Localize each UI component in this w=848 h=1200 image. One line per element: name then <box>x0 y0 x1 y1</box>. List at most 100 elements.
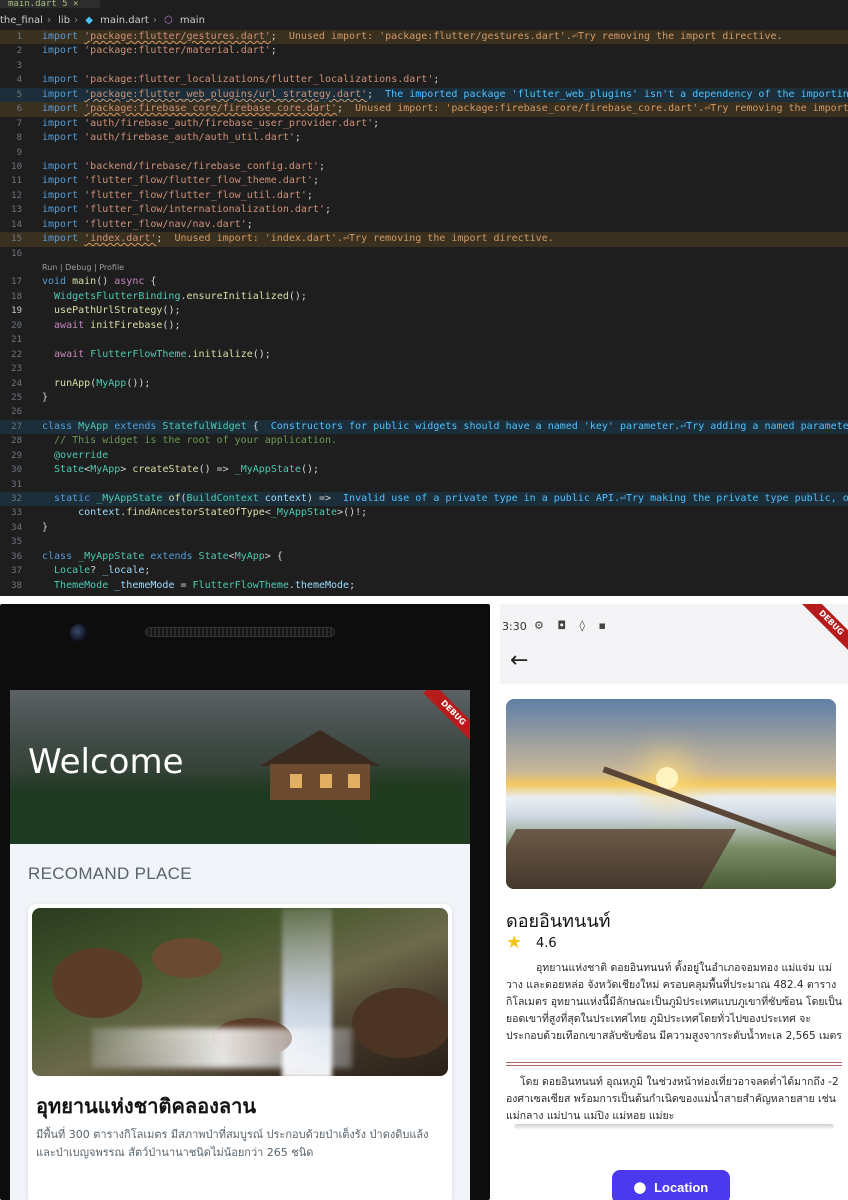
code-editor[interactable]: main.dart 5 × the_final › lib › ◆ main.dar… <box>0 0 848 596</box>
code-line[interactable]: 4 import 'package:flutter_localizations/f… <box>0 73 848 87</box>
code-line[interactable]: 20 await initFirebase(); <box>0 319 848 333</box>
code-line[interactable]: 18 WidgetsFlutterBinding.ensureInitializ… <box>0 290 848 304</box>
code-text: State<MyApp> createState() => _MyAppStat… <box>42 464 319 476</box>
code-line[interactable]: 29 @override <box>0 449 848 463</box>
code-text: import 'index.dart'; Unused import: 'inde… <box>42 233 554 245</box>
line-number: 29 <box>11 450 22 461</box>
code-line[interactable]: 28 // This widget is the root of your ap… <box>0 434 848 448</box>
code-line[interactable]: 7 import 'auth/firebase_auth/firebase_use… <box>0 117 848 131</box>
code-line[interactable]: 21 <box>0 333 848 347</box>
place-card[interactable]: อุทยานแห่งชาติคลองลาน มีพื้นที่ 300 ตารา… <box>28 904 452 1200</box>
code-line[interactable]: 26 <box>0 405 848 419</box>
line-number: 25 <box>11 392 22 403</box>
code-text: class _MyAppState extends State<MyApp> { <box>42 550 283 562</box>
code-text: // This widget is the root of your appli… <box>42 435 338 447</box>
app-bar: 3:30 ⚙ ◘ ◊ ▪ ← DEBUG <box>500 604 848 684</box>
code-text: ThemeMode _themeMode = FlutterFlowTheme.… <box>42 579 356 591</box>
breadcrumb-file[interactable]: main.dart <box>100 15 149 26</box>
inline-diagnostic[interactable]: Unused import: 'package:firebase_core/fi… <box>355 103 848 114</box>
code-line[interactable]: 23 <box>0 362 848 376</box>
codelens[interactable]: Run | Debug | Profile <box>0 261 848 275</box>
inline-diagnostic[interactable]: Unused import: 'index.dart'.⏎Try removin… <box>174 233 553 244</box>
inline-diagnostic[interactable]: Constructors for public widgets should h… <box>271 421 848 432</box>
code-text: import 'auth/firebase_auth/firebase_user… <box>42 117 380 129</box>
code-line[interactable]: 32 static _MyAppState of(BuildContext co… <box>0 492 848 507</box>
breadcrumb-lib[interactable]: lib <box>58 15 70 26</box>
code-line[interactable]: 31 <box>0 478 848 492</box>
line-number: 38 <box>11 580 22 591</box>
code-text: import 'backend/firebase/firebase_config… <box>42 160 325 172</box>
code-line[interactable]: 19 usePathUrlStrategy(); <box>0 304 848 318</box>
code-line[interactable]: 2 import 'package:flutter/material.dart'; <box>0 44 848 58</box>
line-number: 22 <box>11 349 22 360</box>
line-number: 18 <box>11 291 22 302</box>
inline-diagnostic[interactable]: The imported package 'flutter_web_plugin… <box>385 89 848 100</box>
inline-diagnostic[interactable]: Invalid use of a private type in a publi… <box>343 493 848 504</box>
code-line[interactable]: 11 import 'flutter_flow/flutter_flow_them… <box>0 174 848 188</box>
detail-title: ดอยอินทนนท์ <box>506 911 611 932</box>
line-number: 8 <box>16 133 22 144</box>
detail-description-more[interactable]: โดย ดอยอินทนนท์ อุณหภูมิ ในช่วงหน้าท่องเ… <box>506 1074 842 1124</box>
line-number: 12 <box>11 190 22 201</box>
code-line[interactable]: 38 ThemeMode _themeMode = FlutterFlowThe… <box>0 579 848 593</box>
detail-image <box>506 699 836 889</box>
code-line[interactable]: 3 <box>0 59 848 73</box>
line-number: 14 <box>11 219 22 230</box>
line-number: 7 <box>16 118 22 129</box>
code-line[interactable]: 13 import 'flutter_flow/internationalizat… <box>0 203 848 217</box>
code-text: await FlutterFlowTheme.initialize(); <box>42 348 271 360</box>
section-title: RECOMAND PLACE <box>28 864 192 883</box>
code-text: import 'package:flutter/gestures.dart'; U… <box>42 31 783 42</box>
code-line[interactable]: 34} <box>0 521 848 535</box>
code-line[interactable]: 25} <box>0 391 848 405</box>
back-arrow-icon[interactable]: ← <box>510 650 528 672</box>
code-line[interactable]: 16 <box>0 247 848 261</box>
divider <box>506 1062 842 1066</box>
line-number: 37 <box>11 566 22 577</box>
code-text: import 'package:firebase_core/firebase_c… <box>42 102 848 116</box>
place-description: มีพื้นที่ 300 ตารางกิโลเมตร มีสภาพป่าที่… <box>36 1128 429 1159</box>
line-number: 5 <box>16 89 22 100</box>
line-number: 16 <box>11 248 22 259</box>
editor-tab[interactable]: main.dart 5 × <box>0 0 100 8</box>
code-line[interactable]: 24 runApp(MyApp()); <box>0 377 848 391</box>
code-line[interactable]: 36 class _MyAppState extends State<MyApp>… <box>0 550 848 564</box>
speaker-grille <box>145 627 335 637</box>
line-number: 34 <box>11 522 22 533</box>
code-line[interactable]: 1 import 'package:flutter/gestures.dart';… <box>0 30 848 45</box>
line-number: 10 <box>11 161 22 172</box>
code-text: void main() async { <box>42 276 157 288</box>
breadcrumb-symbol[interactable]: main <box>180 15 205 26</box>
code-lines[interactable]: 1 import 'package:flutter/gestures.dart';… <box>0 30 848 593</box>
inline-diagnostic[interactable]: Unused import: 'package:flutter/gestures… <box>289 31 783 42</box>
breadcrumb-folder[interactable]: the_final <box>0 15 43 26</box>
line-number: 19 <box>11 306 22 317</box>
location-pin-icon: ⬤ <box>633 1181 647 1194</box>
code-line[interactable]: 10 import 'backend/firebase/firebase_conf… <box>0 160 848 174</box>
code-line[interactable]: 9 <box>0 146 848 160</box>
line-number: 28 <box>11 436 22 447</box>
codelens-text[interactable]: Run | Debug | Profile <box>42 261 124 275</box>
code-line[interactable]: 37 Locale? _locale; <box>0 564 848 578</box>
welcome-heading: Welcome <box>28 742 184 782</box>
code-line[interactable]: 14 import 'flutter_flow/nav/nav.dart'; <box>0 218 848 232</box>
code-line[interactable]: 6 import 'package:firebase_core/firebase_… <box>0 102 848 117</box>
code-line[interactable]: 30 State<MyApp> createState() => _MyAppS… <box>0 463 848 477</box>
code-line[interactable]: 27 class MyApp extends StatefulWidget {Co… <box>0 419 848 435</box>
code-line[interactable]: 22 await FlutterFlowTheme.initialize(); <box>0 348 848 362</box>
line-number: 36 <box>11 551 22 562</box>
code-line[interactable]: 35 <box>0 535 848 549</box>
line-number: 13 <box>11 205 22 216</box>
code-line[interactable]: 5 import 'package:flutter_web_plugins/url… <box>0 87 848 103</box>
line-number: 11 <box>11 176 22 187</box>
code-text: import 'auth/firebase_auth/auth_util.dar… <box>42 132 301 144</box>
code-line[interactable]: 17 void main() async { <box>0 275 848 289</box>
code-line[interactable]: 12 import 'flutter_flow/flutter_flow_util… <box>0 189 848 203</box>
code-line[interactable]: 15 import 'index.dart'; Unused import: 'in… <box>0 232 848 247</box>
place-image <box>32 908 448 1076</box>
code-line[interactable]: 8 import 'auth/firebase_auth/auth_util.da… <box>0 131 848 145</box>
code-text: } <box>42 521 49 533</box>
code-line[interactable]: 33 context.findAncestorStateOfType<_MyAp… <box>0 506 848 520</box>
location-button[interactable]: ⬤ Location <box>612 1170 730 1200</box>
location-button-label: Location <box>654 1179 709 1195</box>
